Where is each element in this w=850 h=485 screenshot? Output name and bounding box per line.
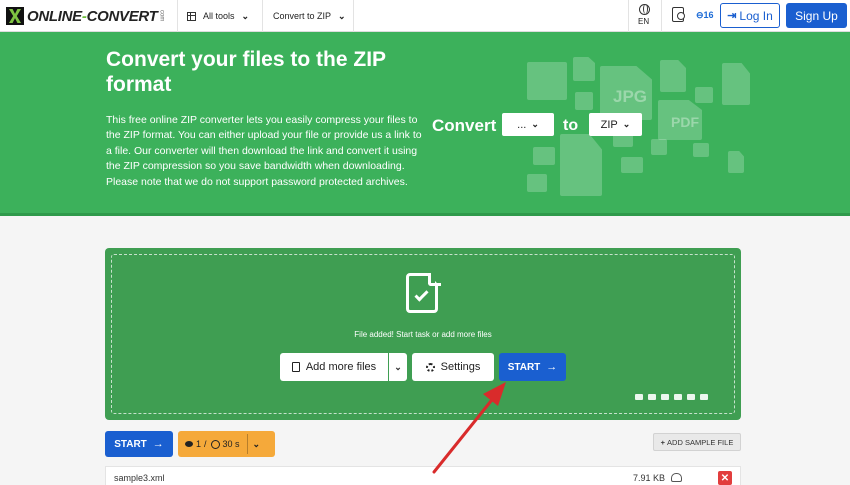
file-icon [695, 87, 713, 103]
pdf-label: PDF [671, 114, 699, 130]
logo-com: com [158, 10, 165, 22]
all-tools-menu[interactable]: All tools ⌄ [187, 0, 249, 32]
delete-file-button[interactable]: ✕ [718, 471, 732, 485]
page-description: This free online ZIP converter lets you … [106, 114, 422, 188]
link-icon[interactable] [648, 394, 656, 400]
limits-badge[interactable]: 1 / 30 s ⌄ [178, 431, 275, 457]
add-sample-file-button[interactable]: + ADD SAMPLE FILE [653, 433, 741, 451]
file-icon [533, 147, 555, 165]
login-icon: ⇥ [727, 10, 737, 22]
chevron-down-icon: ⌄ [241, 10, 250, 21]
arrow-right-icon: → [546, 361, 558, 373]
settings-button[interactable]: Settings [412, 353, 494, 381]
email-file-icon [527, 62, 567, 100]
plus-icon: + [660, 437, 666, 447]
file-icon [728, 151, 744, 173]
file-icon [527, 174, 547, 192]
add-more-files-label: Add more files [305, 361, 377, 373]
convert-to-label: Convert to ZIP [273, 11, 332, 21]
upload-source-icons [635, 394, 708, 400]
google-drive-icon[interactable] [661, 394, 669, 400]
login-label: Log In [739, 8, 773, 23]
chevron-down-icon: ⌄ [622, 119, 631, 129]
limits-divider [246, 434, 248, 454]
dropbox-icon[interactable] [687, 394, 695, 400]
onedrive-icon[interactable] [674, 394, 682, 400]
convert-to-menu[interactable]: Convert to ZIP ⌄ [273, 0, 346, 32]
file-fold-shape [428, 273, 441, 286]
chart-file-icon [560, 134, 602, 196]
add-more-files-button[interactable]: Add more files [280, 353, 388, 381]
file-plus-icon [291, 362, 300, 372]
settings-label: Settings [440, 361, 481, 373]
add-files-dropdown-button[interactable]: ⌄ [389, 353, 407, 381]
logo-mark-icon [6, 7, 24, 25]
top-nav: ONLINE-CONVERT com All tools ⌄ Convert t… [0, 0, 850, 32]
file-row: sample3.xml 7.91 KB ✕ [105, 466, 741, 485]
logo-text: ONLINE-CONVERT [27, 7, 158, 25]
chart-file-icon [722, 63, 750, 105]
files-limit-value: 1 [196, 439, 202, 449]
jpg-label: JPG [613, 87, 648, 106]
folder-icon[interactable] [635, 394, 643, 400]
nav-divider [262, 0, 263, 32]
dropzone-message: File added! Start task or add more files [354, 330, 492, 339]
target-format-value: ZIP [600, 118, 618, 131]
chevron-down-icon: ⌄ [394, 361, 402, 372]
chevron-down-icon[interactable]: ⌄ [253, 439, 261, 450]
grid-icon [187, 11, 196, 21]
nav-divider [177, 0, 178, 32]
start-label: START [114, 438, 147, 450]
file-name: sample3.xml [114, 473, 165, 483]
globe-icon[interactable] [639, 4, 650, 15]
file-icon [575, 92, 593, 110]
clock-icon [210, 439, 220, 449]
nav-divider [628, 0, 629, 32]
file-size: 7.91 KB [633, 473, 666, 483]
start-button-secondary[interactable]: START → [105, 431, 173, 457]
file-icon [693, 143, 709, 157]
login-button[interactable]: ⇥ Log In [720, 3, 780, 28]
start-label: START [507, 361, 541, 373]
gears-icon [425, 362, 435, 372]
history-icon[interactable] [672, 7, 685, 22]
source-format-value: ... [517, 118, 527, 131]
site-logo[interactable]: ONLINE-CONVERT com [6, 6, 165, 26]
time-limit-value: 30 s [222, 439, 240, 449]
file-icon [621, 157, 643, 173]
target-format-select[interactable]: ZIP ⌄ [589, 113, 642, 136]
add-sample-label: ADD SAMPLE FILE [667, 437, 734, 447]
image-file-icon [660, 60, 686, 92]
arrow-right-icon: → [152, 438, 164, 450]
to-label: to [563, 117, 579, 134]
copy-icon[interactable] [700, 394, 708, 400]
signup-button[interactable]: Sign Up [786, 3, 847, 28]
upload-dropzone[interactable]: File added! Start task or add more files… [105, 248, 741, 420]
nav-divider [661, 0, 662, 32]
page-title: Convert your files to the ZIP format [106, 48, 386, 96]
file-icon [573, 57, 595, 81]
database-icon [185, 441, 193, 447]
start-button[interactable]: START → [499, 353, 566, 381]
cloud-upload-icon[interactable] [671, 473, 682, 482]
chevron-down-icon: ⌄ [531, 119, 539, 129]
separator-slash: / [204, 439, 207, 449]
convert-label: Convert [432, 116, 497, 135]
all-tools-label: All tools [203, 11, 235, 21]
credits-counter[interactable]: ⊖16 [696, 10, 714, 21]
nav-divider [353, 0, 354, 32]
hero-banner: JPG PDF Convert your files to the ZIP fo… [0, 32, 850, 216]
file-icon [651, 139, 667, 155]
source-format-select[interactable]: ... ⌄ [502, 113, 554, 136]
chevron-down-icon: ⌄ [338, 10, 346, 21]
language-label[interactable]: EN [638, 17, 649, 26]
